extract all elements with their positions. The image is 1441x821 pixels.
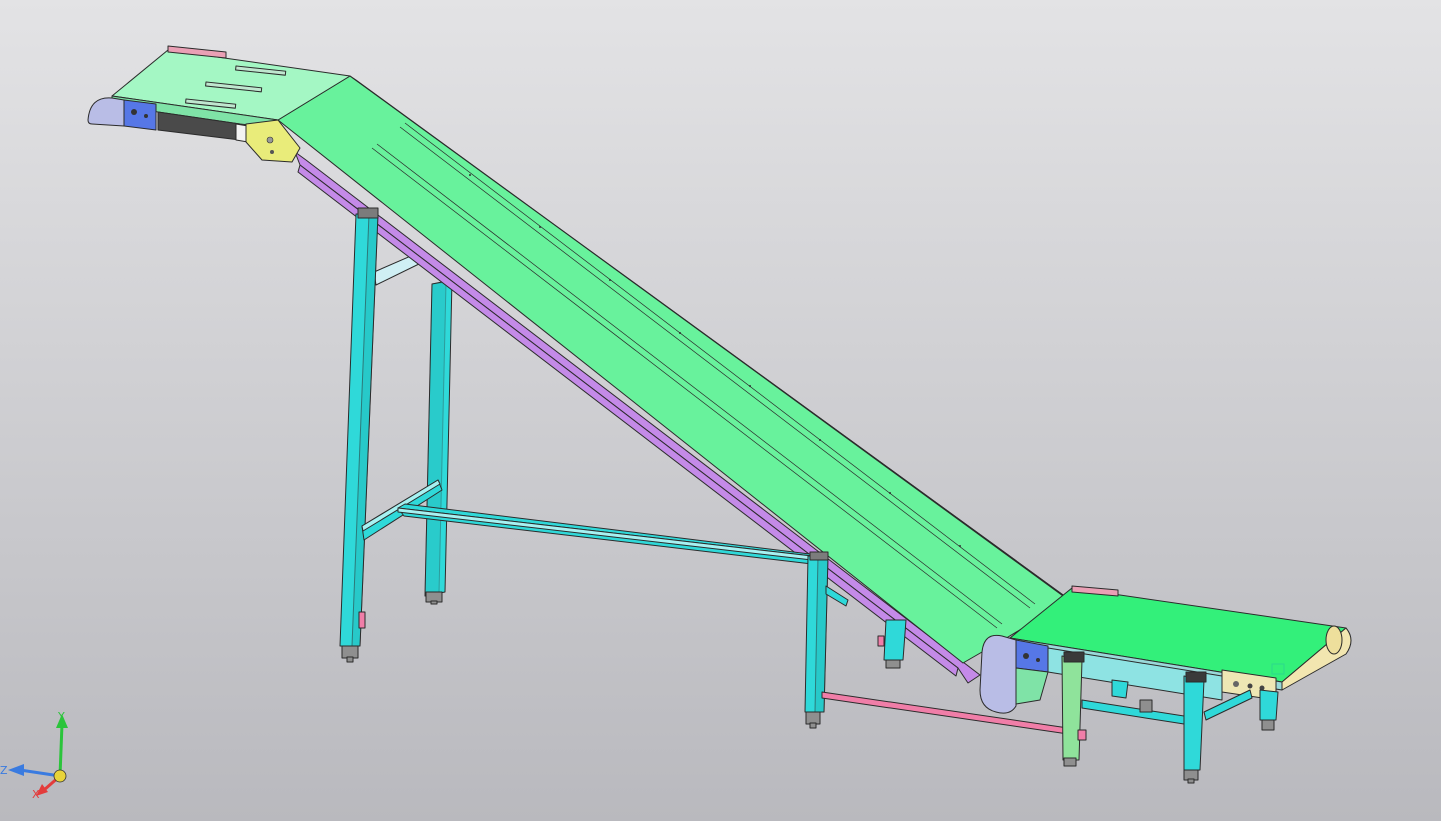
axis-x-label: X [32,788,40,801]
bottom-horizontal-belt [1009,585,1352,701]
mid-leg-front [804,551,829,729]
incline-frame-side [294,151,981,684]
drive-motor-top [87,97,157,131]
axes-triad [8,714,68,796]
conveyor-3d-model[interactable]: Y Z X [0,0,1441,821]
axis-z-label: Z [0,764,8,777]
drive-motor-bottom [979,634,1049,714]
tall-leg-front [339,207,379,663]
mid-leg-rear [877,619,907,669]
incline-belt [277,75,1075,664]
bottom-leg-front-right [1183,671,1207,784]
cad-3d-viewport[interactable]: Y Z X [0,0,1441,821]
axis-y-label: Y [57,710,65,723]
tall-leg-rear [424,279,453,605]
